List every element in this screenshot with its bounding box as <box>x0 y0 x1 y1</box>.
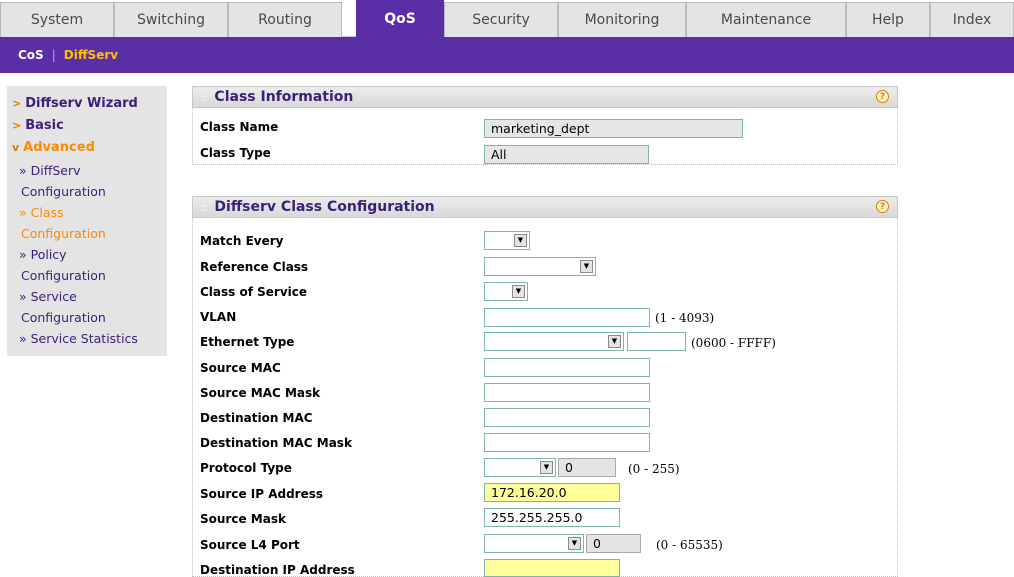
nav-item-line: Configuration <box>21 184 106 199</box>
source-mask-label: Source Mask <box>200 512 286 526</box>
protocol-type-input[interactable]: 0 <box>558 458 616 477</box>
tab-qos[interactable]: QoS <box>356 0 444 37</box>
source-l4-port-input[interactable]: 0 <box>586 534 641 553</box>
nav-item-line: Configuration <box>21 310 106 325</box>
nav-advanced-label: Advanced <box>23 140 95 155</box>
nav-item-line: » Service <box>19 289 77 304</box>
ethernet-type-select[interactable]: ▼ <box>484 332 624 351</box>
tab-system[interactable]: System <box>0 2 114 37</box>
nav-advanced[interactable]: v Advanced <box>12 140 95 155</box>
grip-icon: :: <box>201 90 208 104</box>
help-icon[interactable]: ? <box>876 90 889 103</box>
class-information-header: :: Class Information ? <box>192 86 898 108</box>
destination-ip-input[interactable] <box>484 559 620 577</box>
nav-item-line: » DiffServ <box>19 163 81 178</box>
tab-maintenance[interactable]: Maintenance <box>686 2 846 37</box>
protocol-type-range-hint: (0 - 255) <box>628 462 680 476</box>
left-navigation: > Diffserv Wizard > Basic v Advanced » Diff… <box>7 86 167 356</box>
dropdown-arrow-icon: ▼ <box>580 260 593 273</box>
nav-diffserv-configuration[interactable]: » DiffServ Configuration <box>19 160 106 202</box>
chevron-down-icon: v <box>12 141 20 154</box>
tab-routing[interactable]: Routing <box>228 2 342 37</box>
class-of-service-select[interactable]: ▼ <box>484 282 528 301</box>
ethernet-type-label: Ethernet Type <box>200 335 295 349</box>
class-information-title: Class Information <box>214 89 354 105</box>
protocol-type-label: Protocol Type <box>200 461 292 475</box>
tab-switching[interactable]: Switching <box>114 2 228 37</box>
class-configuration-header: :: Diffserv Class Configuration ? <box>192 196 898 218</box>
grip-icon: :: <box>201 200 208 214</box>
nav-diffserv-wizard-label: Diffserv Wizard <box>25 96 138 111</box>
reference-class-select[interactable]: ▼ <box>484 257 596 276</box>
nav-service-statistics[interactable]: » Service Statistics <box>19 328 138 349</box>
vlan-range-hint: (1 - 4093) <box>655 311 715 325</box>
top-tab-bar: System Switching Routing QoS Security Mo… <box>0 0 1014 37</box>
nav-item-line: Configuration <box>21 226 106 241</box>
match-every-select[interactable]: ▼ <box>484 231 530 250</box>
reference-class-label: Reference Class <box>200 260 309 274</box>
nav-item-line: » Class <box>19 205 64 220</box>
sub-navigation: CoS | DiffServ <box>0 37 1014 73</box>
source-l4-port-range-hint: (0 - 65535) <box>656 538 723 552</box>
subnav-cos-link[interactable]: CoS <box>18 48 44 62</box>
nav-item-line: Configuration <box>21 268 106 283</box>
class-configuration-title: Diffserv Class Configuration <box>214 199 435 215</box>
nav-item-line: » Service Statistics <box>19 331 138 346</box>
nav-item-line: » Policy <box>19 247 67 262</box>
source-mac-label: Source MAC <box>200 361 281 375</box>
dropdown-arrow-icon: ▼ <box>512 285 525 298</box>
dropdown-arrow-icon: ▼ <box>514 234 527 247</box>
source-l4-port-select[interactable]: ▼ <box>484 534 584 553</box>
chevron-right-icon: > <box>12 119 22 132</box>
tab-index[interactable]: Index <box>930 2 1014 37</box>
ethernet-type-input[interactable] <box>627 332 686 351</box>
class-type-field: All <box>484 145 649 164</box>
destination-ip-label: Destination IP Address <box>200 563 355 577</box>
source-mac-mask-label: Source MAC Mask <box>200 386 321 400</box>
nav-basic-label: Basic <box>25 118 64 133</box>
nav-basic[interactable]: > Basic <box>12 118 64 133</box>
source-l4-port-label: Source L4 Port <box>200 538 300 552</box>
nav-diffserv-wizard[interactable]: > Diffserv Wizard <box>12 96 138 111</box>
source-ip-label: Source IP Address <box>200 487 324 501</box>
tab-security[interactable]: Security <box>444 2 558 37</box>
class-name-label: Class Name <box>200 120 279 134</box>
destination-mac-mask-label: Destination MAC Mask <box>200 436 352 450</box>
tab-monitoring[interactable]: Monitoring <box>558 2 686 37</box>
vlan-input[interactable] <box>484 308 650 327</box>
protocol-type-select[interactable]: ▼ <box>484 458 556 477</box>
chevron-right-icon: > <box>12 97 22 110</box>
nav-class-configuration[interactable]: » Class Configuration <box>19 202 106 244</box>
source-ip-input[interactable]: 172.16.20.0 <box>484 483 620 502</box>
dropdown-arrow-icon: ▼ <box>608 335 621 348</box>
dropdown-arrow-icon: ▼ <box>540 461 553 474</box>
help-icon[interactable]: ? <box>876 200 889 213</box>
subnav-diffserv-link[interactable]: DiffServ <box>64 48 118 62</box>
subnav-separator: | <box>51 48 56 62</box>
nav-policy-configuration[interactable]: » Policy Configuration <box>19 244 106 286</box>
class-of-service-label: Class of Service <box>200 285 308 299</box>
source-mac-input[interactable] <box>484 358 650 377</box>
source-mask-input[interactable]: 255.255.255.0 <box>484 508 620 527</box>
ethernet-type-range-hint: (0600 - FFFF) <box>691 336 776 350</box>
tab-help[interactable]: Help <box>846 2 930 37</box>
class-name-field: marketing_dept <box>484 119 743 138</box>
vlan-label: VLAN <box>200 310 237 324</box>
match-every-label: Match Every <box>200 234 284 248</box>
destination-mac-label: Destination MAC <box>200 411 313 425</box>
destination-mac-input[interactable] <box>484 408 650 427</box>
class-type-label: Class Type <box>200 146 271 160</box>
nav-service-configuration[interactable]: » Service Configuration <box>19 286 106 328</box>
dropdown-arrow-icon: ▼ <box>568 537 581 550</box>
destination-mac-mask-input[interactable] <box>484 433 650 452</box>
source-mac-mask-input[interactable] <box>484 383 650 402</box>
